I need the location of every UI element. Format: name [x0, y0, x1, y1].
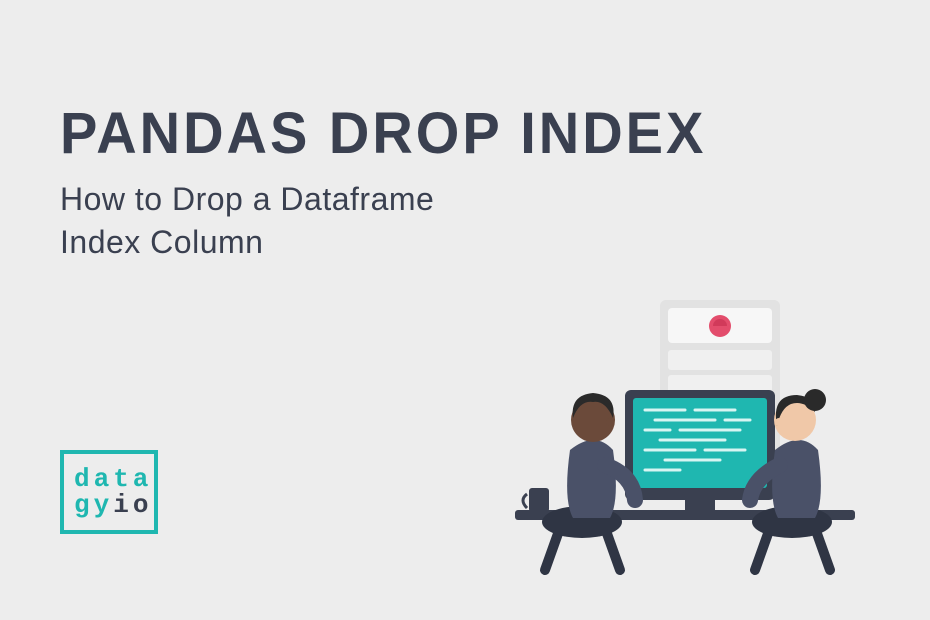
subtitle-line-2: Index Column	[60, 224, 263, 260]
page-title: PANDAS DROP INDEX	[60, 98, 706, 166]
logo-io: io	[113, 490, 152, 520]
logo-line-2: gyio	[74, 492, 154, 518]
subtitle-line-1: How to Drop a Dataframe	[60, 181, 434, 217]
logo-line-1: data	[74, 466, 154, 492]
logo: data gyio	[60, 450, 158, 534]
people-coding-illustration	[485, 300, 885, 580]
page-subtitle: How to Drop a Dataframe Index Column	[60, 178, 434, 264]
logo-gy: gy	[74, 490, 113, 520]
